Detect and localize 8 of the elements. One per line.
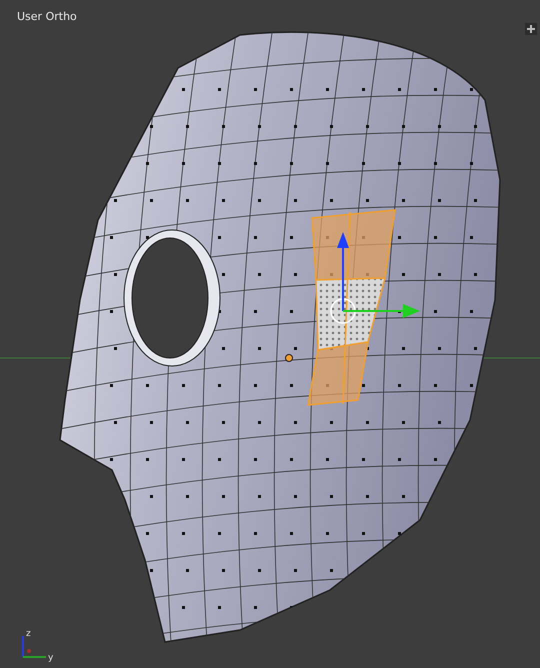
viewport-title: User Ortho: [17, 10, 77, 23]
3d-viewport[interactable]: User Ortho z y: [0, 0, 540, 668]
plus-icon[interactable]: [525, 23, 537, 35]
axis-label: y: [48, 653, 54, 663]
axis-label: z: [26, 629, 31, 639]
mesh-mask-drawing[interactable]: [59, 31, 501, 643]
axis-icon: [22, 636, 46, 658]
transform-gizmo-icon[interactable]: [330, 232, 420, 324]
